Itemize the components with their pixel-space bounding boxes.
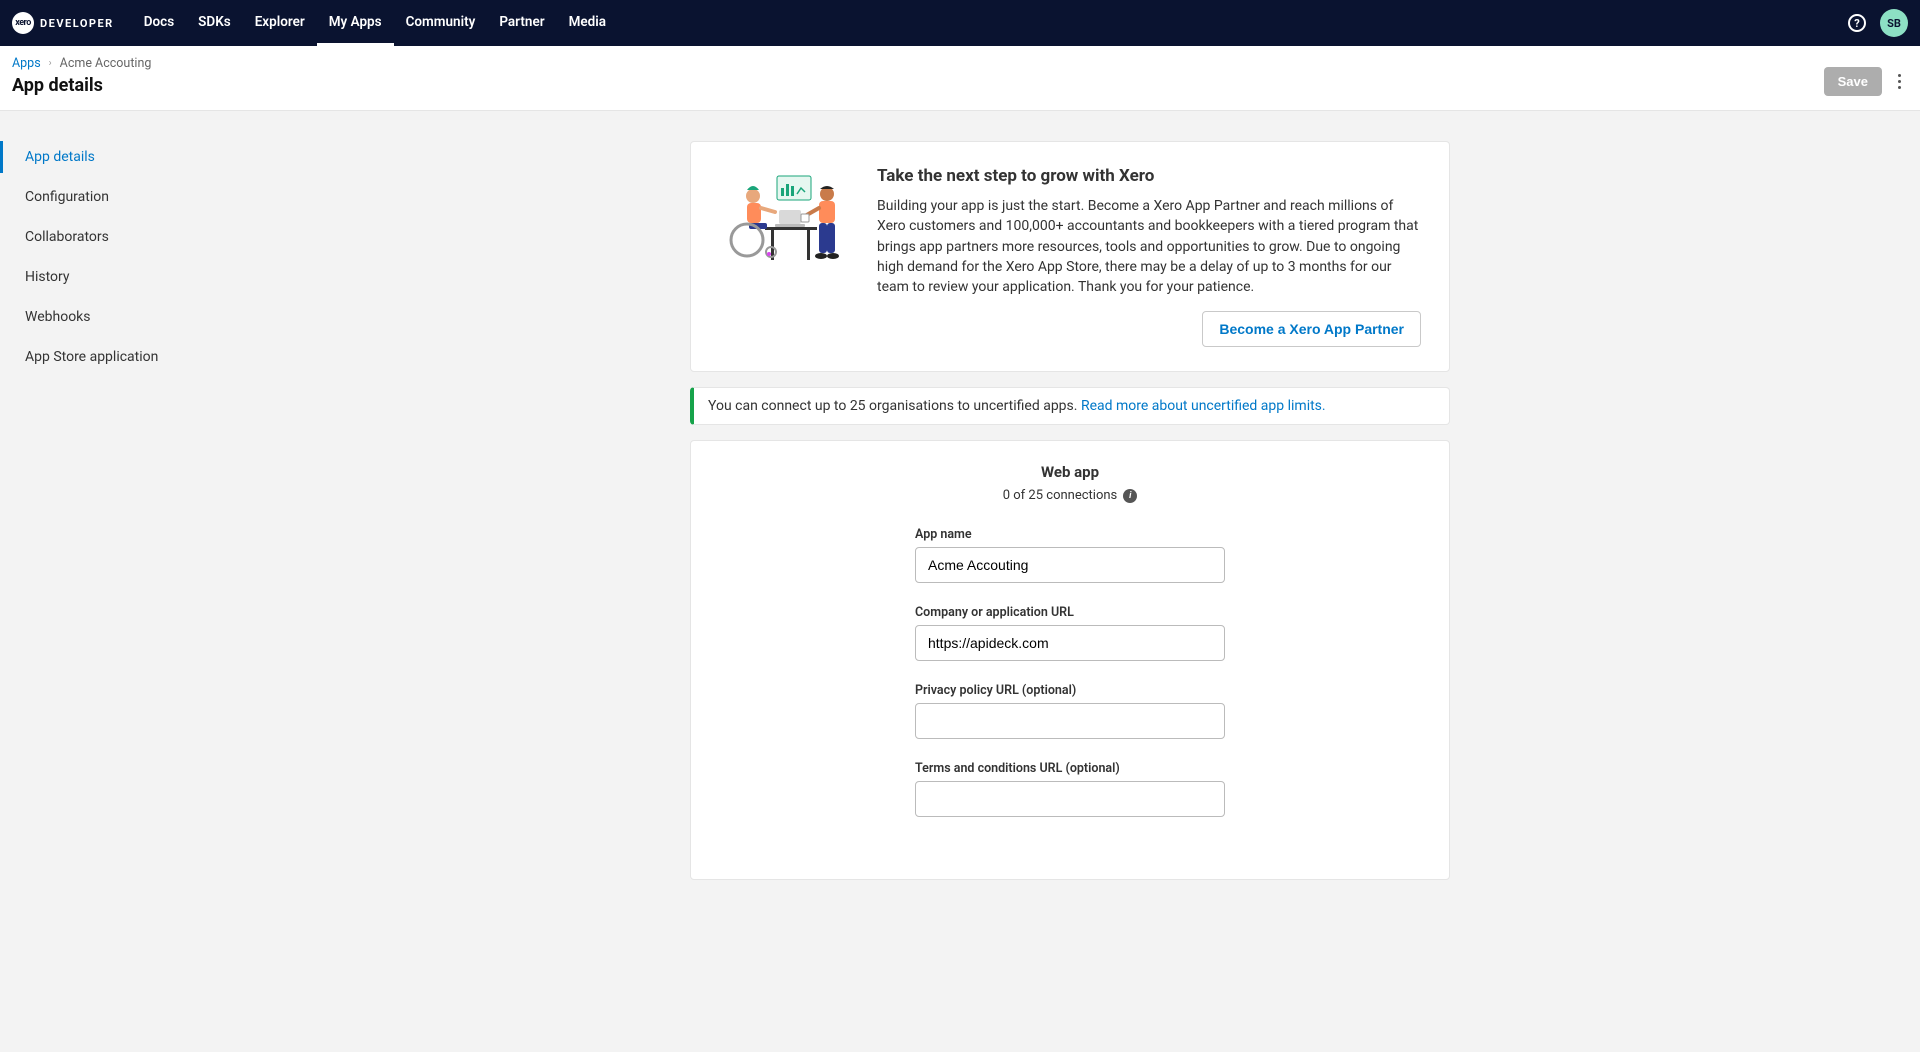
info-bar: You can connect up to 25 organisations t… [690,387,1450,425]
privacy-url-label: Privacy policy URL (optional) [915,683,1225,698]
nav-tab-docs[interactable]: Docs [132,0,186,46]
nav-tab-community[interactable]: Community [394,0,488,46]
nav-tabs: Docs SDKs Explorer My Apps Community Par… [132,0,618,46]
terms-url-label: Terms and conditions URL (optional) [915,761,1225,776]
app-name-label: App name [915,527,1225,542]
page-title: App details [12,75,151,96]
nav-tab-my-apps[interactable]: My Apps [317,0,394,46]
nav-tab-explorer[interactable]: Explorer [243,0,317,46]
app-name-input[interactable] [915,547,1225,583]
partner-illustration [719,166,849,266]
info-icon[interactable]: i [1123,489,1137,503]
info-bar-link[interactable]: Read more about uncertified app limits. [1081,398,1326,414]
brand-logo[interactable]: xero DEVELOPER [12,12,114,34]
connections-count: 0 of 25 connections [1003,488,1118,503]
company-url-label: Company or application URL [915,605,1225,620]
logo-badge: xero [12,12,34,34]
logo-text: DEVELOPER [40,17,114,30]
subheader: Apps › Acme Accouting App details Save [0,46,1920,111]
partner-card: Take the next step to grow with Xero Bui… [690,141,1450,372]
info-bar-text: You can connect up to 25 organisations t… [708,398,1081,414]
app-type-heading: Web app [719,463,1421,481]
main-content: Take the next step to grow with Xero Bui… [0,111,1920,935]
nav-tab-sdks[interactable]: SDKs [186,0,243,46]
become-partner-button[interactable]: Become a Xero App Partner [1202,311,1421,347]
privacy-url-input[interactable] [915,703,1225,739]
more-menu-icon[interactable] [1890,68,1908,96]
company-url-input[interactable] [915,625,1225,661]
breadcrumb-current: Acme Accouting [60,56,152,71]
partner-heading: Take the next step to grow with Xero [877,166,1421,186]
save-button[interactable]: Save [1824,67,1882,96]
help-icon[interactable]: ? [1848,14,1866,32]
form-card: Web app 0 of 25 connections i App name C… [690,440,1450,880]
nav-tab-partner[interactable]: Partner [487,0,556,46]
terms-url-input[interactable] [915,781,1225,817]
breadcrumb: Apps › Acme Accouting [12,56,151,71]
nav-tab-media[interactable]: Media [557,0,618,46]
partner-body: Building your app is just the start. Bec… [877,196,1421,297]
top-nav: xero DEVELOPER Docs SDKs Explorer My App… [0,0,1920,46]
chevron-right-icon: › [49,58,52,69]
breadcrumb-root[interactable]: Apps [12,56,41,71]
avatar[interactable]: SB [1880,9,1908,37]
